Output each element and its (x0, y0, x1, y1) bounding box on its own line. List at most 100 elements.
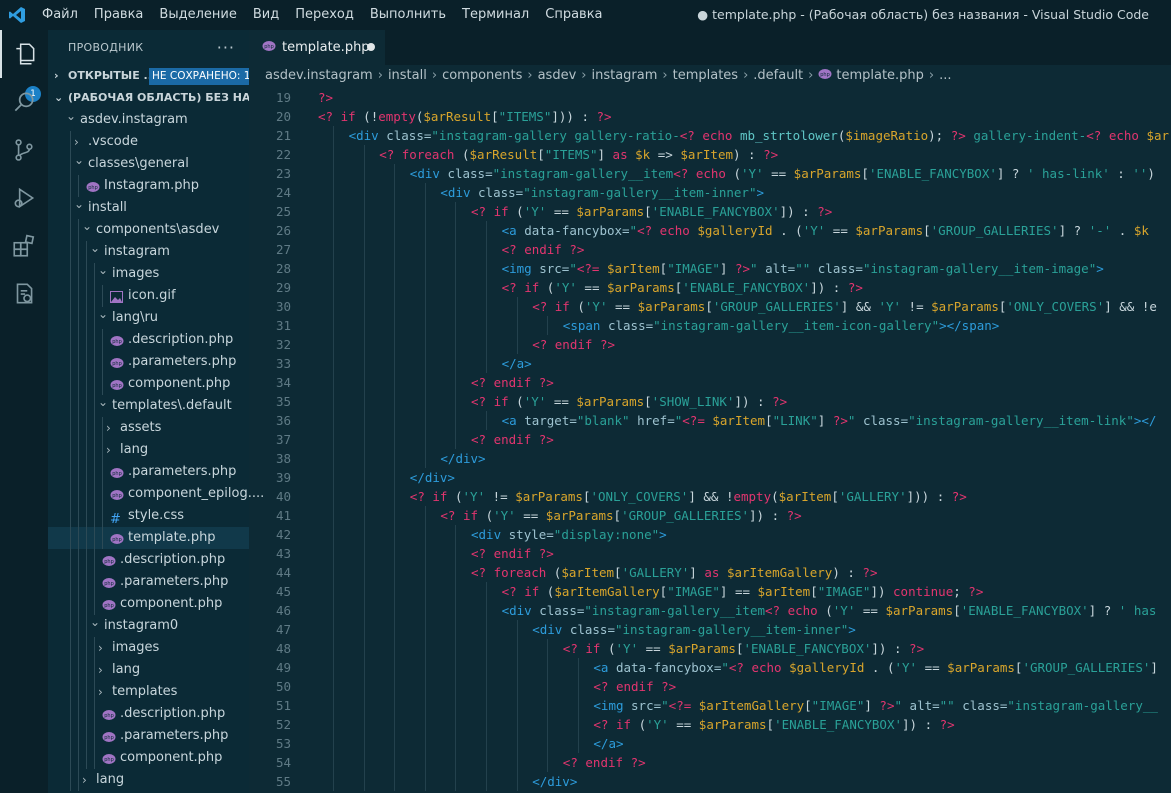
breadcrumb-item[interactable]: asdev.instagram (265, 68, 373, 83)
tree-file[interactable]: php component.php (48, 373, 249, 395)
code-token: ?> (763, 147, 779, 162)
more-actions-icon[interactable]: ··· (217, 30, 235, 65)
indent-guide (102, 351, 103, 373)
code-token: == (668, 717, 699, 732)
unsaved-dot-icon[interactable] (367, 43, 375, 51)
tree-folder[interactable]: › lang (48, 659, 249, 681)
tree-file[interactable]: php template.php (48, 527, 249, 549)
indent-guide (86, 637, 87, 659)
indent-guide (333, 411, 334, 430)
code-line: <? endif ?> (471, 544, 554, 563)
code-token: <div (348, 128, 379, 143)
tree-folder[interactable]: ⌄ templates\.default (48, 395, 249, 417)
breadcrumb-item[interactable]: components (442, 68, 522, 83)
tree-folder[interactable]: ⌄ install (48, 197, 249, 219)
tree-folder[interactable]: › images (48, 637, 249, 659)
tree-folder[interactable]: › templates (48, 681, 249, 703)
tab-template-php[interactable]: php template.php (249, 30, 385, 65)
tree-file[interactable]: php component_epilog.... (48, 483, 264, 505)
code-token: : (1109, 166, 1133, 181)
workspace-section[interactable]: ⌄ (РАБОЧАЯ ОБЛАСТЬ) БЕЗ НАЗВ... (48, 87, 249, 109)
code-token: $arParams (637, 299, 706, 314)
line-number: 47 (275, 622, 291, 637)
tree-folder[interactable]: ⌄ components\asdev (48, 219, 249, 241)
indent-guide (70, 571, 71, 593)
tree-file[interactable]: php .description.php (48, 329, 249, 351)
code-token: $arParams (545, 508, 614, 523)
breadcrumb-item[interactable]: install (388, 68, 427, 83)
menu-item[interactable]: Выполнить (362, 0, 454, 30)
tree-file[interactable]: php .parameters.php (48, 725, 249, 747)
code-line: <? if ('Y' == $arParams['GROUP_GALLERIES… (440, 506, 801, 525)
tree-file[interactable]: php .parameters.php (48, 351, 249, 373)
tree-folder[interactable]: ⌄ lang\ru (48, 307, 249, 329)
tree-file[interactable]: php .parameters.php (48, 461, 249, 483)
code-token: </div> (440, 451, 486, 466)
tree-folder[interactable]: ⌄ classes\general (48, 153, 249, 175)
tree-folder[interactable]: › lang (48, 769, 249, 791)
code-line: </a> (502, 354, 532, 373)
run-debug-icon[interactable] (0, 174, 48, 222)
source-control-icon[interactable] (0, 126, 48, 174)
indent-guide (394, 620, 396, 639)
open-editors-section[interactable]: › ОТКРЫТЫЕ ... НЕ СОХРАНЕНО: 1 (48, 65, 249, 87)
menu-item[interactable]: Выделение (151, 0, 244, 30)
menu-item[interactable]: Справка (537, 0, 610, 30)
code-line: <div class="instagram-gallery__item-inne… (532, 620, 856, 639)
indent-guide (455, 278, 457, 297)
php-file-icon: php (110, 531, 124, 545)
menu-item[interactable]: Вид (245, 0, 287, 30)
indent-guide (70, 285, 71, 307)
indent-guide (70, 417, 71, 439)
css-file-icon: # (110, 512, 121, 527)
remote-explorer-icon[interactable] (0, 270, 48, 318)
indent-guide (102, 483, 103, 505)
tree-file[interactable]: icon.gif (48, 285, 249, 307)
menu-item[interactable]: Переход (287, 0, 362, 30)
code-token: <? (471, 565, 487, 580)
tree-file[interactable]: php .description.php (48, 549, 249, 571)
tree-file[interactable]: php component.php (48, 593, 249, 615)
tree-item-label: Instagram.php (104, 178, 200, 193)
code-token: <? (679, 128, 695, 143)
code-line: <a target="blank" href="<?= $arItem["LIN… (502, 411, 1157, 430)
indent-guide (70, 769, 71, 791)
extensions-icon[interactable] (0, 222, 48, 270)
tree-file[interactable]: # style.css (48, 505, 249, 527)
tree-folder[interactable]: ⌄ instagram (48, 241, 249, 263)
code-editor[interactable]: 19 ?> 20 <? if (!empty($arResult["ITEMS"]))… (249, 87, 1171, 793)
menu-item[interactable]: Файл (34, 0, 86, 30)
tree-folder[interactable]: ⌄ instagram0 (48, 615, 249, 637)
tree-folder[interactable]: ⌄ asdev.instagram (48, 109, 249, 131)
breadcrumb-item[interactable]: .default (753, 68, 803, 83)
tree-file[interactable]: php component.php (48, 747, 249, 769)
tree-file[interactable]: php .description.php (48, 703, 249, 725)
code-token: ?> (569, 242, 585, 257)
breadcrumb-item[interactable]: instagram (591, 68, 657, 83)
line-number: 26 (275, 223, 291, 238)
breadcrumb-item[interactable]: templates (673, 68, 738, 83)
indent-guide (102, 505, 103, 527)
menu-item[interactable]: Правка (86, 0, 151, 30)
search-icon[interactable] (0, 78, 48, 126)
breadcrumb-item[interactable]: template.php (836, 68, 924, 83)
code-token: " (569, 261, 577, 276)
tree-file[interactable]: php .parameters.php (48, 571, 249, 593)
tree-folder[interactable]: › assets (48, 417, 249, 439)
code-token: [ (614, 565, 622, 580)
code-token: " (629, 223, 638, 238)
code-token: 'GROUP_GALLERIES' (621, 508, 749, 523)
breadcrumb-item[interactable]: ... (939, 68, 951, 83)
chevron-right-icon: › (106, 421, 111, 435)
indent-guide (86, 747, 87, 769)
breadcrumb-item[interactable]: asdev (538, 68, 577, 83)
indent-guide (363, 240, 365, 259)
code-token: 'Y' (802, 223, 826, 238)
menu-item[interactable]: Терминал (454, 0, 537, 30)
explorer-icon[interactable] (0, 30, 48, 78)
line-number: 34 (275, 375, 291, 390)
tree-folder[interactable]: › lang (48, 439, 249, 461)
tree-folder[interactable]: ⌄ images (48, 263, 249, 285)
